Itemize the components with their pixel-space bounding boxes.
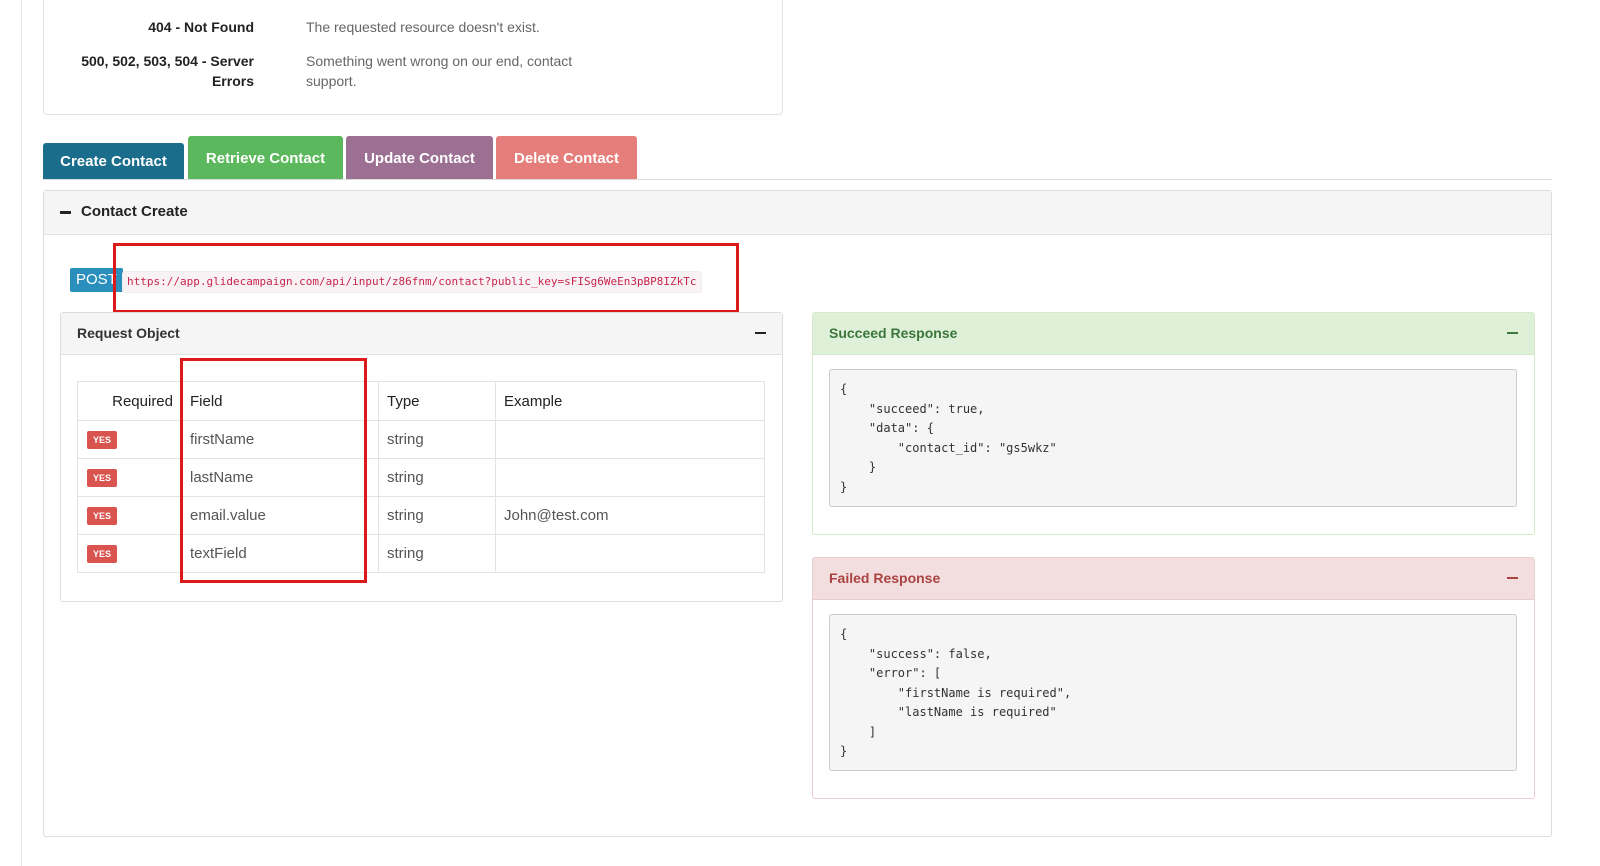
status-code: 404 - Not Found (148, 19, 254, 35)
required-cell: YES (77, 458, 182, 497)
succeed-response-header[interactable]: Succeed Response (813, 313, 1534, 355)
status-code: 500, 502, 503, 504 - Server Errors (81, 53, 254, 89)
field-column-highlight-box (180, 358, 367, 583)
column-header: Type (378, 381, 496, 421)
example-cell (495, 420, 765, 459)
status-codes-panel: 404 - Not Found The requested resource d… (43, 0, 783, 115)
required-badge: YES (87, 507, 118, 525)
collapse-icon[interactable] (755, 332, 766, 334)
required-cell: YES (77, 420, 182, 459)
required-badge: YES (87, 469, 118, 487)
type-cell: string (378, 420, 496, 459)
failed-response-code: { "success": false, "error": [ "firstNam… (829, 614, 1517, 771)
required-badge: YES (87, 545, 118, 563)
failed-response-title: Failed Response (829, 570, 941, 586)
status-description: The requested resource doesn't exist. (306, 19, 540, 35)
type-cell: string (378, 496, 496, 535)
required-cell: YES (77, 496, 182, 535)
tab-divider (43, 179, 1552, 180)
tab-delete-contact[interactable]: Delete Contact (496, 136, 637, 180)
request-object-title: Request Object (77, 325, 180, 341)
request-object-header[interactable]: Request Object (61, 313, 782, 355)
left-border (21, 0, 22, 866)
required-badge: YES (87, 431, 118, 449)
collapse-icon[interactable] (1507, 577, 1518, 579)
example-cell (495, 534, 765, 573)
tab-retrieve-contact[interactable]: Retrieve Contact (188, 136, 343, 180)
panel-header[interactable]: Contact Create (44, 191, 1551, 235)
contact-create-panel: Contact Create POST https://app.glidecam… (43, 190, 1552, 837)
url-highlight-box (113, 243, 739, 313)
request-object-panel: Request Object Required Field Type Examp… (60, 312, 783, 602)
required-cell: YES (77, 534, 182, 573)
collapse-icon[interactable] (1507, 332, 1518, 334)
example-cell: John@test.com (495, 496, 765, 535)
example-cell (495, 458, 765, 497)
failed-response-header[interactable]: Failed Response (813, 558, 1534, 600)
succeed-response-code: { "succeed": true, "data": { "contact_id… (829, 369, 1517, 507)
type-cell: string (378, 458, 496, 497)
column-header: Required (77, 381, 182, 421)
column-header: Example (495, 381, 765, 421)
collapse-icon[interactable] (60, 211, 71, 214)
succeed-response-title: Succeed Response (829, 325, 958, 341)
type-cell: string (378, 534, 496, 573)
succeed-response-panel: Succeed Response { "succeed": true, "dat… (812, 312, 1535, 535)
panel-title: Contact Create (81, 203, 188, 220)
failed-response-panel: Failed Response { "success": false, "err… (812, 557, 1535, 799)
tab-update-contact[interactable]: Update Contact (346, 136, 493, 180)
status-description: Something went wrong on our end, contact… (306, 53, 573, 89)
tab-create-contact[interactable]: Create Contact (43, 143, 184, 180)
